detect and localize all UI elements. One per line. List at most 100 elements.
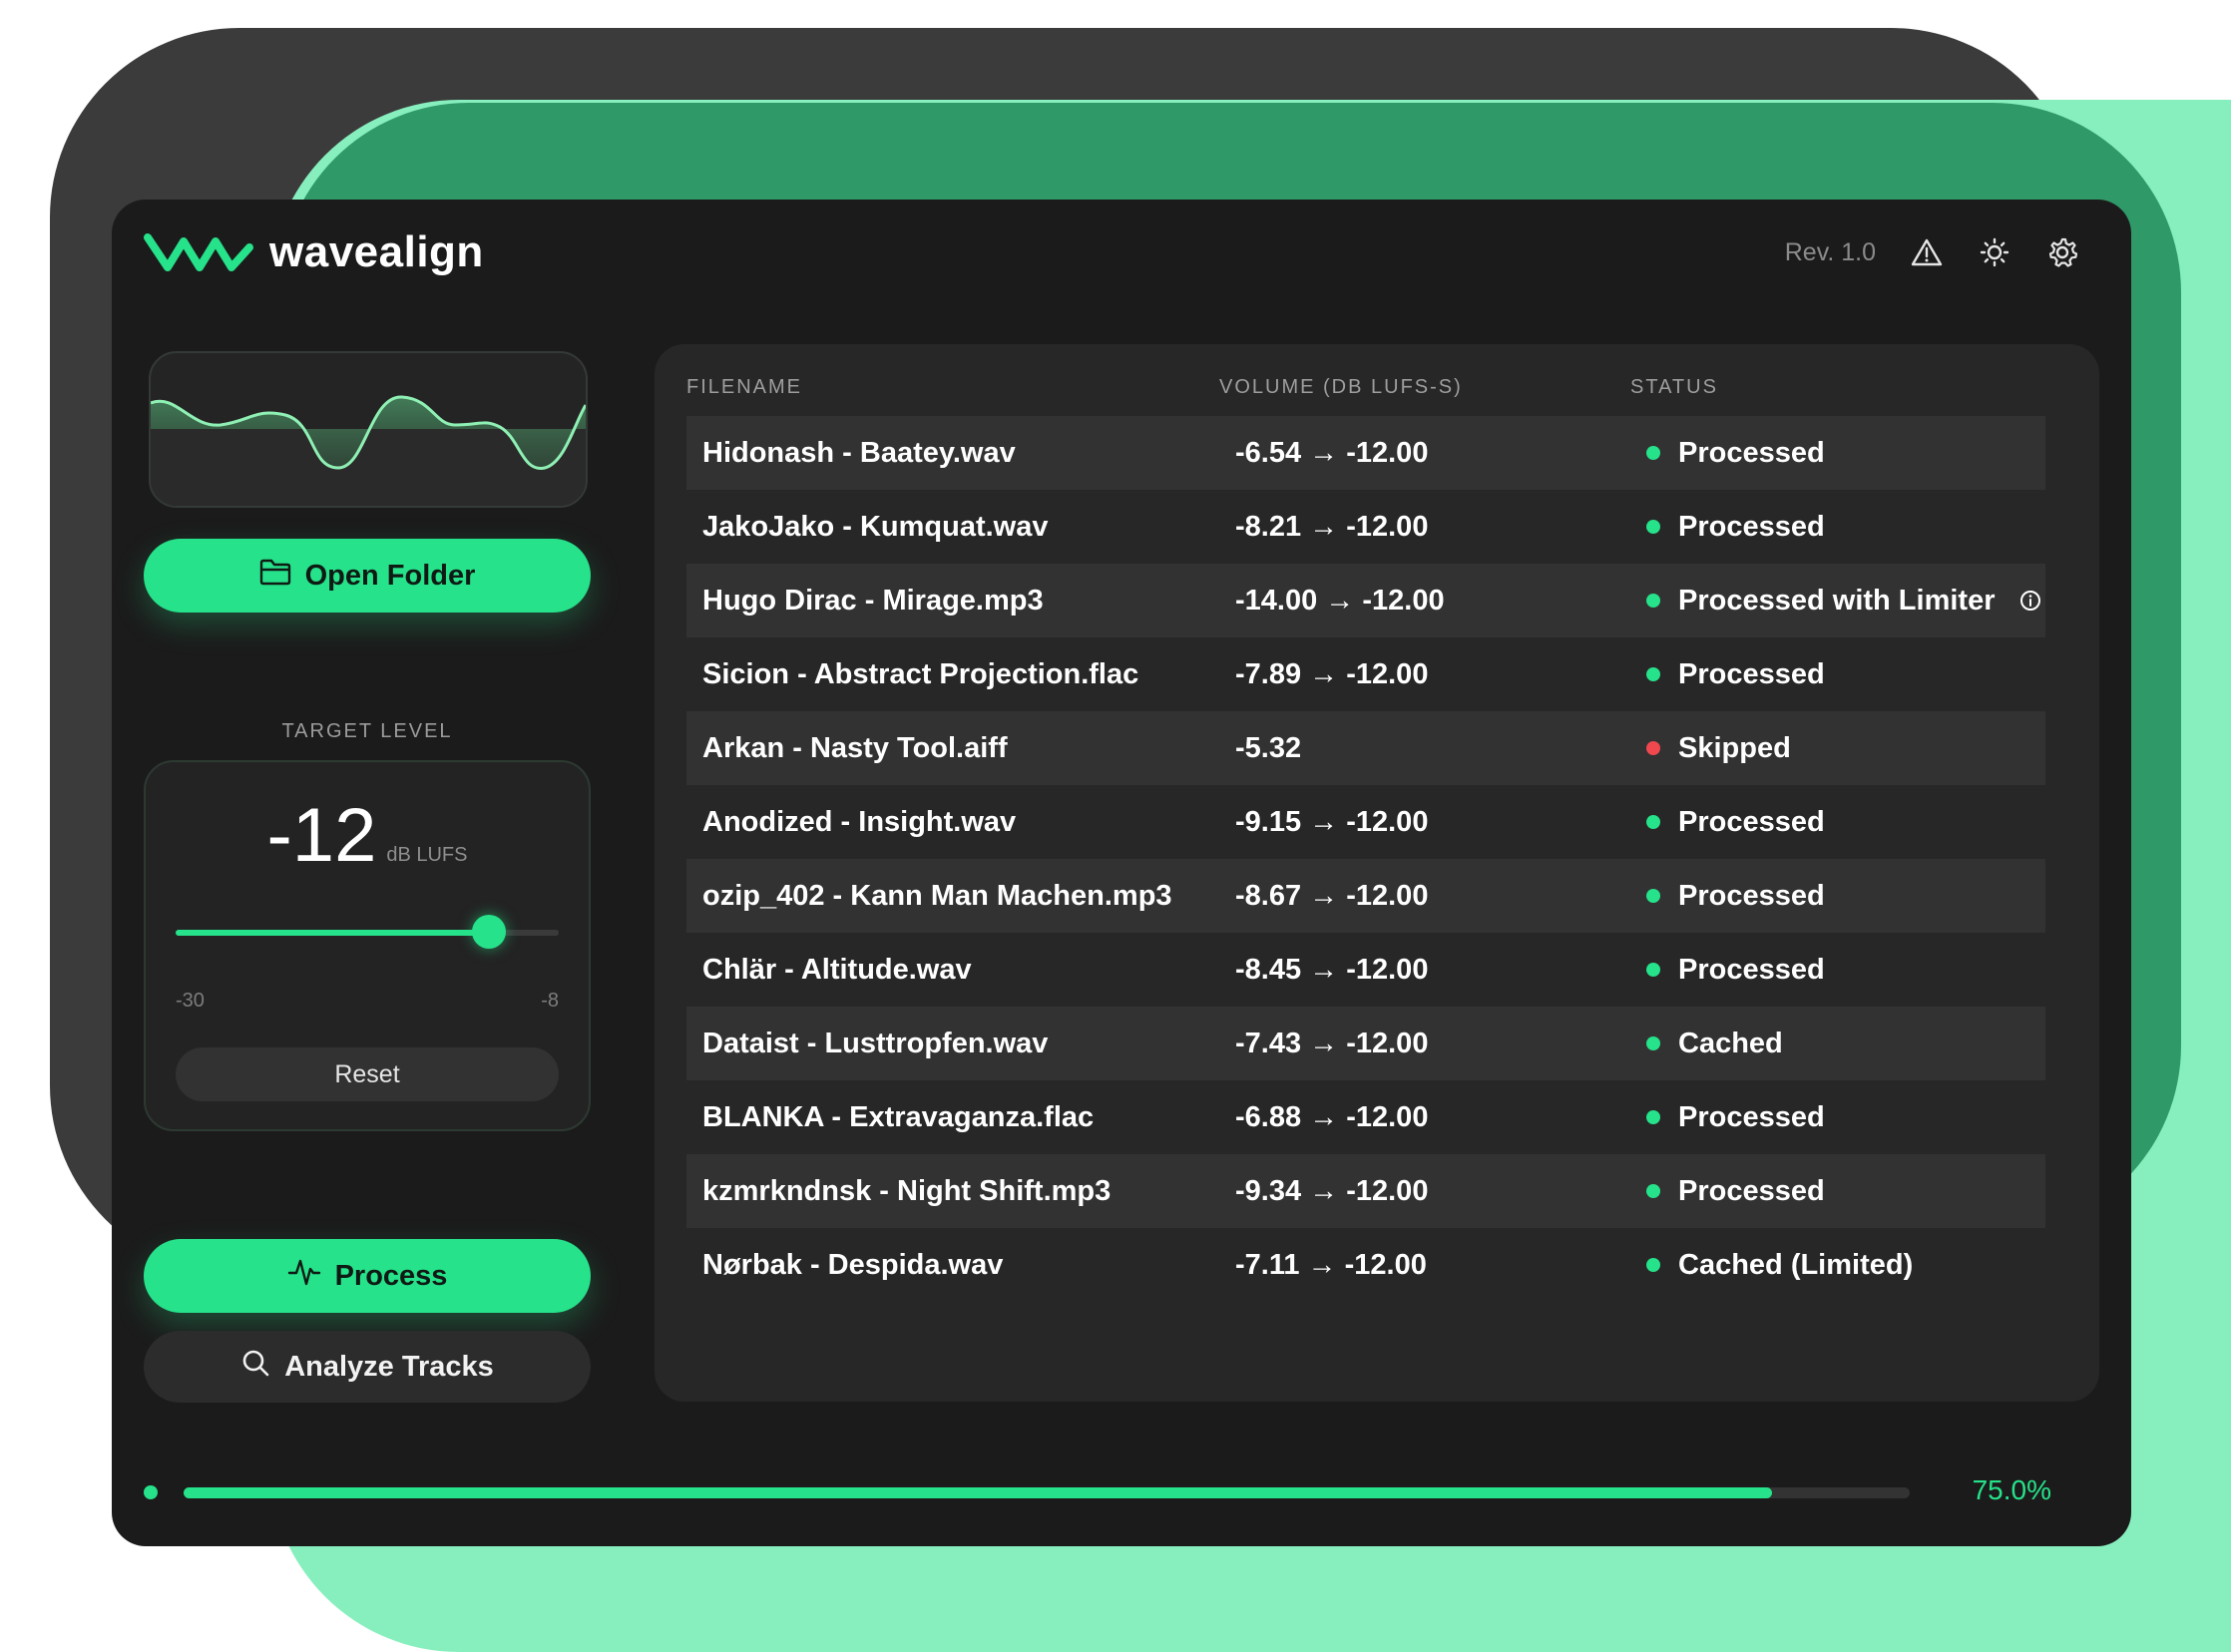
- process-label: Process: [334, 1259, 448, 1292]
- table-row[interactable]: Arkan - Nasty Tool.aiff -5.32 Skipped: [686, 711, 2045, 785]
- cell-volume: -6.54 → -12.00: [1235, 436, 1429, 469]
- cell-volume: -7.43 → -12.00: [1235, 1027, 1429, 1059]
- status-text: Processed: [1678, 436, 1825, 469]
- progress-bar-fill: [184, 1487, 1772, 1498]
- status-dot: [1646, 594, 1660, 608]
- cell-filename: kzmrkndnsk - Night Shift.mp3: [702, 1174, 1112, 1207]
- gear-icon[interactable]: [2045, 235, 2079, 269]
- table-row[interactable]: Hugo Dirac - Mirage.mp3 -14.00 → -12.00 Pr…: [686, 564, 2045, 637]
- status-dot: [1646, 963, 1660, 977]
- status-text: Processed: [1678, 1174, 1825, 1207]
- cell-filename: Nørbak - Despida.wav: [702, 1248, 1004, 1281]
- analyze-tracks-label: Analyze Tracks: [284, 1350, 494, 1383]
- cell-filename: Hugo Dirac - Mirage.mp3: [702, 584, 1044, 617]
- progress-percent: 75.0%: [1972, 1474, 2051, 1505]
- status-text: Processed: [1678, 805, 1825, 838]
- status-text: Skipped: [1678, 731, 1791, 764]
- status-dot: [1646, 667, 1660, 681]
- status-dot: [1646, 520, 1660, 534]
- status-dot: [1646, 815, 1660, 829]
- status-dot: [1646, 446, 1660, 460]
- cell-volume: -8.67 → -12.00: [1235, 879, 1429, 912]
- cell-status: Cached (Limited): [1646, 1249, 1913, 1282]
- info-circle-icon[interactable]: [2019, 590, 2041, 612]
- cell-status: Cached: [1646, 1028, 1783, 1060]
- status-dot: [1646, 889, 1660, 903]
- slider-min-label: -30: [176, 990, 205, 1012]
- status-text: Cached: [1678, 1027, 1783, 1059]
- table-row[interactable]: BLANKA - Extravaganza.flac -6.88 → -12.00…: [686, 1080, 2045, 1154]
- table-row[interactable]: Chlär - Altitude.wav -8.45 → -12.00 Proces…: [686, 933, 2045, 1007]
- cell-volume: -9.34 → -12.00: [1235, 1174, 1429, 1207]
- cell-volume: -9.15 → -12.00: [1235, 805, 1429, 838]
- table-header: FILENAME VOLUME (DB LUFS-S) STATUS: [686, 376, 2045, 406]
- open-folder-button[interactable]: Open Folder: [144, 539, 591, 613]
- table-row[interactable]: Sicion - Abstract Projection.flac -7.89 →…: [686, 637, 2045, 711]
- search-icon: [240, 1348, 270, 1386]
- cell-filename: Sicion - Abstract Projection.flac: [702, 657, 1139, 690]
- slider-thumb[interactable]: [472, 915, 507, 949]
- reset-button[interactable]: Reset: [176, 1047, 559, 1101]
- cell-status: Processed: [1646, 658, 1825, 691]
- cell-volume: -7.89 → -12.00: [1235, 657, 1429, 690]
- app-window: wavealign Rev. 1.0 Open Folder TARGET LE…: [112, 200, 2131, 1546]
- analyze-tracks-button[interactable]: Analyze Tracks: [144, 1331, 591, 1403]
- cell-filename: Anodized - Insight.wav: [702, 805, 1017, 838]
- status-dot: [1646, 1258, 1660, 1272]
- window-toolbar: Rev. 1.0: [1785, 235, 2079, 269]
- cell-volume: -8.21 → -12.00: [1235, 510, 1429, 543]
- status-dot: [1646, 741, 1660, 755]
- table-row[interactable]: Dataist - Lusttropfen.wav -7.43 → -12.00 C…: [686, 1007, 2045, 1080]
- process-button[interactable]: Process: [144, 1239, 591, 1313]
- table-row[interactable]: ozip_402 - Kann Man Machen.mp3 -8.67 → -1…: [686, 859, 2045, 933]
- tracks-table: FILENAME VOLUME (DB LUFS-S) STATUS Hidon…: [655, 344, 2099, 1402]
- cell-status: Processed with Limiter: [1646, 585, 2041, 618]
- target-level-value: -12: [266, 793, 377, 878]
- cell-volume: -6.88 → -12.00: [1235, 1100, 1429, 1133]
- warning-triangle-icon[interactable]: [1910, 235, 1944, 269]
- status-dot: [1646, 1110, 1660, 1124]
- folder-icon: [259, 558, 291, 594]
- cell-volume: -7.11 → -12.00: [1235, 1248, 1427, 1281]
- cell-filename: Chlär - Altitude.wav: [702, 953, 972, 986]
- progress-status-dot: [144, 1485, 158, 1499]
- open-folder-label: Open Folder: [304, 559, 476, 592]
- slider-max-label: -8: [541, 990, 559, 1012]
- cell-filename: Arkan - Nasty Tool.aiff: [702, 731, 1008, 764]
- cell-status: Processed: [1646, 1175, 1825, 1208]
- cell-filename: Dataist - Lusttropfen.wav: [702, 1027, 1049, 1059]
- cell-status: Processed: [1646, 880, 1825, 913]
- sun-icon[interactable]: [1978, 235, 2011, 269]
- cell-filename: JakoJako - Kumquat.wav: [702, 510, 1049, 543]
- cell-status: Skipped: [1646, 732, 1791, 765]
- target-level-slider[interactable]: [176, 915, 559, 949]
- status-dot: [1646, 1036, 1660, 1050]
- cell-status: Processed: [1646, 511, 1825, 544]
- status-text: Processed: [1678, 953, 1825, 986]
- pulse-icon: [287, 1257, 321, 1295]
- status-dot: [1646, 1184, 1660, 1198]
- table-row[interactable]: Nørbak - Despida.wav -7.11 → -12.00 Cached…: [686, 1228, 2045, 1302]
- wave-logo-icon: [144, 227, 253, 277]
- status-text: Processed: [1678, 879, 1825, 912]
- header-filename[interactable]: FILENAME: [686, 376, 802, 399]
- table-row[interactable]: Hidonash - Baatey.wav -6.54 → -12.00 Proce…: [686, 416, 2045, 490]
- cell-volume: -14.00 → -12.00: [1235, 584, 1445, 617]
- table-row[interactable]: JakoJako - Kumquat.wav -8.21 → -12.00 Proc…: [686, 490, 2045, 564]
- header-status[interactable]: STATUS: [1630, 376, 1718, 399]
- cell-filename: Hidonash - Baatey.wav: [702, 436, 1016, 469]
- status-text: Processed with Limiter: [1678, 584, 1996, 617]
- status-text: Processed: [1678, 1100, 1825, 1133]
- cell-volume: -5.32: [1235, 731, 1302, 764]
- cell-status: Processed: [1646, 806, 1825, 839]
- app-name: wavealign: [269, 227, 484, 276]
- table-row[interactable]: kzmrkndnsk - Night Shift.mp3 -9.34 → -12.…: [686, 1154, 2045, 1228]
- table-row[interactable]: Anodized - Insight.wav -9.15 → -12.00 Proc…: [686, 785, 2045, 859]
- waveform-preview: [149, 351, 588, 508]
- cell-status: Processed: [1646, 954, 1825, 987]
- target-value-row: -12 dB LUFS: [146, 792, 589, 879]
- revision-label: Rev. 1.0: [1784, 237, 1876, 266]
- status-text: Processed: [1678, 510, 1825, 543]
- cell-filename: BLANKA - Extravaganza.flac: [702, 1100, 1095, 1133]
- header-volume[interactable]: VOLUME (DB LUFS-S): [1219, 376, 1463, 399]
